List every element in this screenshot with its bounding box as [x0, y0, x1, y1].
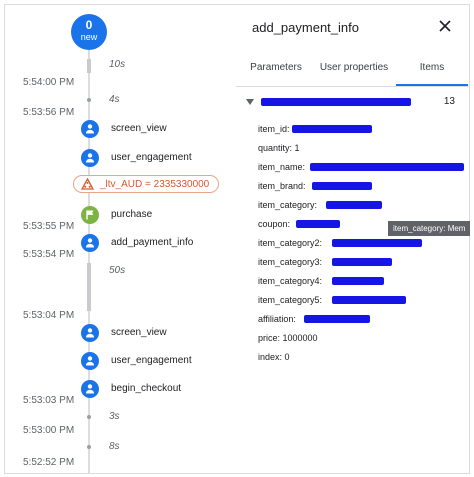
- event-label-add-payment-info[interactable]: add_payment_info: [111, 237, 193, 248]
- time-gap-label: 50s: [109, 265, 126, 276]
- timeline-dot: [87, 415, 91, 419]
- details-tabs: Parameters User properties Items: [236, 50, 469, 87]
- tab-items[interactable]: Items: [396, 50, 468, 86]
- item-category-tooltip: item_category: Mem: [388, 221, 470, 236]
- time-gap-label: 10s: [109, 59, 126, 70]
- param-item-category2: item_category2:: [258, 238, 323, 248]
- param-affiliation: affiliation:: [258, 314, 296, 324]
- event-label-begin-checkout[interactable]: begin_checkout: [111, 383, 181, 394]
- close-icon: [439, 20, 451, 32]
- close-button[interactable]: [434, 15, 456, 37]
- param-price: price: 1000000: [258, 333, 318, 343]
- tab-parameters[interactable]: Parameters: [240, 50, 312, 86]
- time-gap-label: 8s: [109, 441, 120, 452]
- caret-down-icon: [246, 99, 254, 105]
- tab-user-properties[interactable]: User properties: [314, 50, 394, 86]
- event-timeline: 0 new 10s 5:54:00 PM 4s 5:53:56 PM scree…: [5, 5, 236, 473]
- counter-label: new: [80, 32, 98, 42]
- redacted-value: [332, 277, 384, 285]
- event-label-purchase[interactable]: purchase: [111, 209, 152, 220]
- timeline-gap-bar: [87, 263, 91, 311]
- param-item-category5: item_category5:: [258, 295, 323, 305]
- param-item-id: item_id:: [258, 124, 290, 134]
- param-index: index: 0: [258, 352, 290, 362]
- panel-title: add_payment_info: [252, 20, 359, 35]
- param-quantity: quantity: 1: [258, 143, 300, 153]
- redacted-value: [332, 239, 422, 247]
- redacted-value: [332, 258, 392, 266]
- event-details-panel: add_payment_info Parameters User propert…: [236, 5, 469, 473]
- user-engagement-event-icon[interactable]: [81, 149, 99, 167]
- debugview-window: 0 new 10s 5:54:00 PM 4s 5:53:56 PM scree…: [4, 4, 470, 474]
- item-expander[interactable]: 13: [246, 96, 461, 110]
- redacted-value: [292, 125, 372, 133]
- redacted-value: [332, 296, 406, 304]
- warning-triangle-icon: [81, 178, 94, 190]
- timestamp: 5:54:00 PM: [23, 77, 75, 88]
- screen-view-event-icon[interactable]: [81, 324, 99, 342]
- param-coupon: coupon:: [258, 219, 291, 229]
- new-events-counter[interactable]: 0 new: [71, 14, 107, 50]
- timeline-line: [88, 49, 90, 473]
- event-label-user-engagement[interactable]: user_engagement: [111, 355, 192, 366]
- param-item-brand: item_brand:: [258, 181, 306, 191]
- ltv-user-property-change[interactable]: _ltv_AUD = 2335330000: [73, 175, 219, 193]
- add-payment-info-event-icon[interactable]: [81, 234, 99, 252]
- user-engagement-event-icon[interactable]: [81, 352, 99, 370]
- redacted-item-name: [261, 98, 411, 106]
- redacted-value: [312, 182, 372, 190]
- time-gap-label: 4s: [109, 94, 120, 105]
- param-item-category: item_category:: [258, 200, 318, 210]
- counter-value: 0: [85, 18, 93, 32]
- timestamp: 5:53:55 PM: [23, 221, 75, 232]
- redacted-value: [310, 163, 464, 171]
- event-label-user-engagement[interactable]: user_engagement: [111, 152, 192, 163]
- begin-checkout-event-icon[interactable]: [81, 380, 99, 398]
- redacted-value: [304, 315, 370, 323]
- redacted-value: [326, 201, 382, 209]
- timestamp: 5:53:54 PM: [23, 249, 75, 260]
- event-label-screen-view[interactable]: screen_view: [111, 123, 167, 134]
- time-gap-label: 3s: [109, 411, 120, 422]
- redacted-value: [296, 220, 340, 228]
- param-item-category3: item_category3:: [258, 257, 323, 267]
- timestamp: 5:53:00 PM: [23, 425, 75, 436]
- param-item-name: item_name:: [258, 162, 306, 172]
- param-item-category4: item_category4:: [258, 276, 323, 286]
- timestamp: 5:53:04 PM: [23, 310, 75, 321]
- item-count: 13: [443, 96, 455, 107]
- timestamp: 5:52:52 PM: [23, 457, 75, 468]
- timeline-gap-bar: [87, 59, 91, 73]
- screen-view-event-icon[interactable]: [81, 120, 99, 138]
- timeline-dot: [87, 98, 91, 102]
- flag-icon[interactable]: [81, 206, 99, 224]
- timeline-dot: [87, 445, 91, 449]
- ltv-label: _ltv_AUD = 2335330000: [100, 179, 210, 190]
- event-label-screen-view[interactable]: screen_view: [111, 327, 167, 338]
- timestamp: 5:53:56 PM: [23, 107, 75, 118]
- timestamp: 5:53:03 PM: [23, 395, 75, 406]
